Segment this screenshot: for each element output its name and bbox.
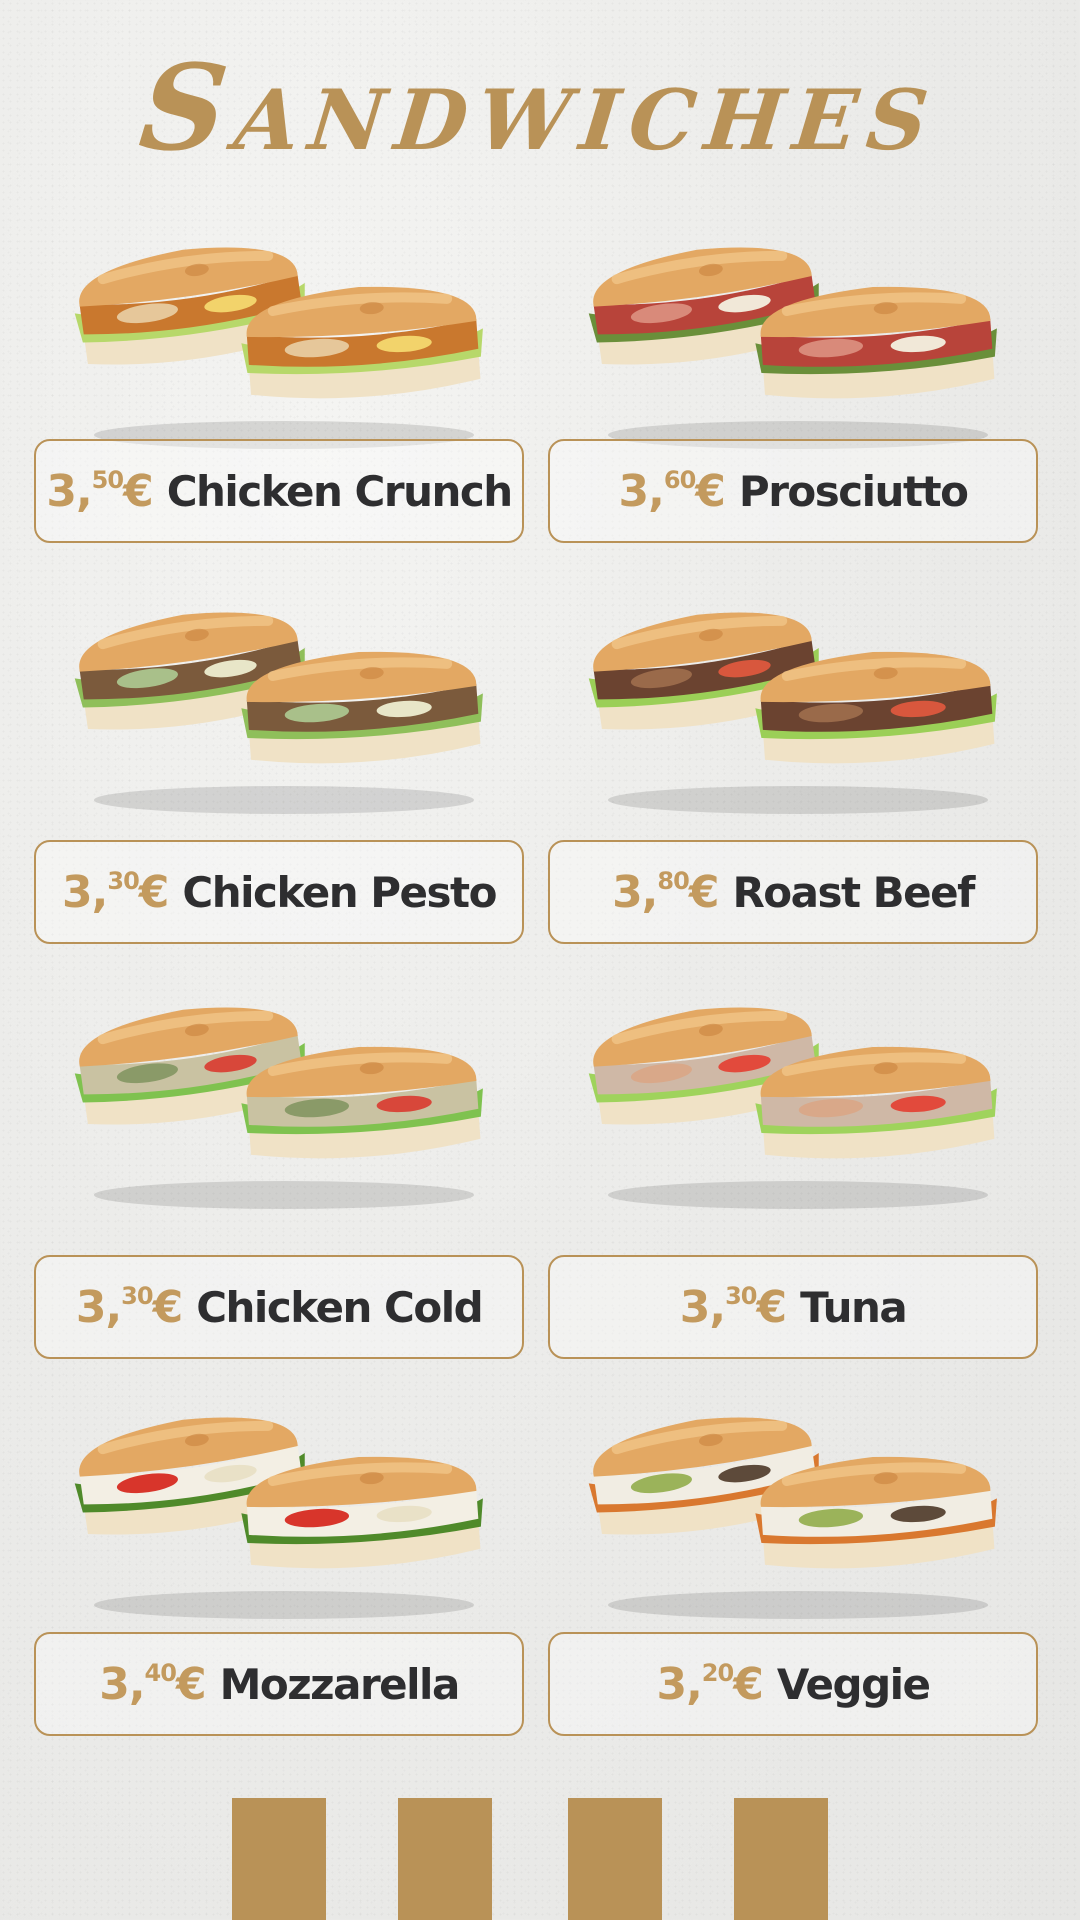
shadow — [94, 786, 474, 814]
sandwich-illustration — [588, 247, 997, 449]
sandwich-image — [34, 985, 528, 1235]
decorative-stripe — [734, 1798, 828, 1920]
sandwich-image — [34, 225, 528, 475]
price-label-box: 3,30€ Chicken Pesto — [34, 840, 524, 944]
price: 3,30€ — [62, 866, 169, 918]
price-label-box: 3,20€ Veggie — [548, 1632, 1038, 1736]
sandwich-illustration — [588, 1417, 997, 1619]
shadow — [608, 1591, 988, 1619]
price-label-box: 3,30€ Tuna — [548, 1255, 1038, 1359]
sandwich-illustration — [588, 612, 997, 814]
price: 3,30€ — [679, 1281, 787, 1333]
sandwich-image — [548, 985, 1042, 1235]
item-name: Veggie — [776, 1659, 931, 1709]
menu-title: Sandwiches — [134, 38, 946, 177]
sandwich-illustration — [74, 612, 483, 814]
sandwich-illustration — [74, 1417, 483, 1619]
price-label-box: 3,40€ Mozzarella — [34, 1632, 524, 1736]
item-name: Mozzarella — [219, 1659, 461, 1709]
shadow — [608, 786, 988, 814]
sandwich-illustration — [74, 247, 483, 449]
item-name: Prosciutto — [738, 466, 969, 516]
shadow — [608, 1181, 988, 1209]
price-label-box: 3,30€ Chicken Cold — [34, 1255, 524, 1359]
item-name: Tuna — [800, 1282, 908, 1332]
price: 3,20€ — [656, 1658, 763, 1710]
price-label-box: 3,60€ Prosciutto — [548, 439, 1038, 543]
price: 3,40€ — [99, 1658, 206, 1710]
item-name: Chicken Crunch — [166, 466, 513, 516]
sandwich-image — [34, 590, 528, 840]
item-name: Chicken Pesto — [182, 867, 497, 917]
price: 3,50€ — [46, 465, 153, 517]
price-label-box: 3,80€ Roast Beef — [548, 840, 1038, 944]
item-name: Chicken Cold — [196, 1282, 483, 1332]
shadow — [94, 1181, 474, 1209]
sandwich-image — [548, 1395, 1042, 1645]
sandwich-illustration — [74, 1007, 483, 1209]
price: 3,80€ — [612, 866, 719, 918]
sandwich-image — [548, 225, 1042, 475]
price: 3,30€ — [75, 1281, 183, 1333]
sandwich-image — [548, 590, 1042, 840]
sandwich-illustration — [588, 1007, 997, 1209]
decorative-stripe — [232, 1798, 326, 1920]
shadow — [94, 1591, 474, 1619]
decorative-stripe — [568, 1798, 662, 1920]
sandwich-image — [34, 1395, 528, 1645]
price: 3,60€ — [618, 465, 726, 517]
price-label-box: 3,50€ Chicken Crunch — [34, 439, 524, 543]
decorative-stripe — [398, 1798, 492, 1920]
item-name: Roast Beef — [732, 867, 975, 917]
